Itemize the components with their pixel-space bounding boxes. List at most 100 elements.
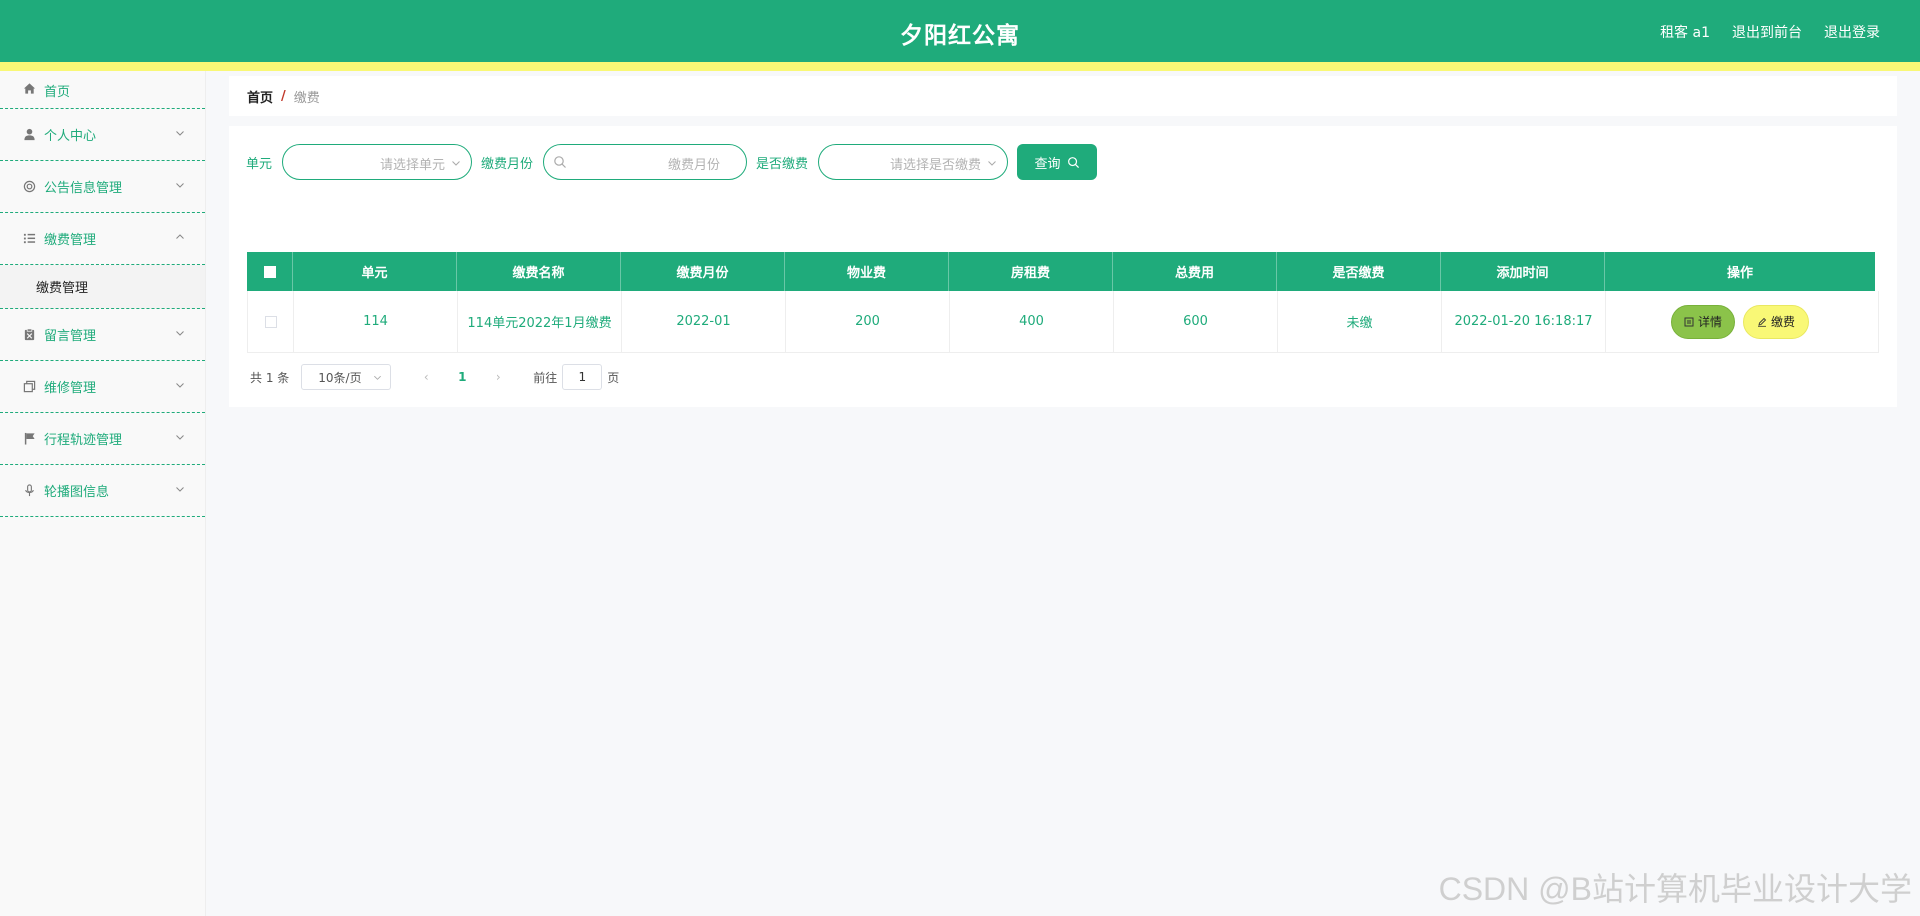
chevron-down-icon [988,161,996,166]
breadcrumb-home[interactable]: 首页 [247,87,273,106]
month-input-placeholder: 缴费月份 [668,158,721,173]
goto-suffix: 页 [607,370,620,385]
col-rent-fee[interactable]: 房租费 [949,252,1113,291]
sidebar-item-carousel[interactable]: 轮播图信息 [0,465,205,517]
cell-actions: 详情 缴费 [1606,291,1874,352]
search-icon [1067,156,1079,168]
chevron-up-icon [176,233,184,239]
select-all-checkbox[interactable] [263,265,276,278]
next-page-icon[interactable]: › [485,370,511,384]
table-row: 114 114单元2022年1月缴费 2022-01 200 400 600 未… [247,291,1879,353]
chevron-down-icon [176,130,184,136]
sidebar-item-label: 维修管理 [44,381,97,396]
breadcrumb: 首页 / 缴费 [229,76,1897,116]
message-icon [22,328,36,342]
unit-select-placeholder: 请选择单元 [380,158,446,173]
col-actions: 操作 [1605,252,1875,291]
logout-link[interactable]: 退出登录 [1824,22,1880,42]
sidebar-subitem-payment-manage[interactable]: 缴费管理 [0,265,205,309]
sidebar-item-label: 个人中心 [44,129,97,144]
watermark: CSDN @B站计算机毕业设计大学 [1438,871,1912,907]
app-title: 夕阳红公寓 [900,23,1020,49]
sidebar-item-payment[interactable]: 缴费管理 [0,213,205,265]
col-added[interactable]: 添加时间 [1441,252,1605,291]
chevron-down-icon [176,182,184,188]
chevron-down-icon [452,161,460,166]
document-icon [1684,317,1694,326]
paid-select-placeholder: 请选择是否缴费 [890,158,982,173]
sidebar-item-trip[interactable]: 行程轨迹管理 [0,413,205,465]
pay-button[interactable]: 缴费 [1743,304,1809,339]
cell-unit: 114 [294,291,458,352]
payment-table: 单元 缴费名称 缴费月份 物业费 房租费 总费用 是否缴费 添加时间 操作 11… [247,252,1879,353]
col-month[interactable]: 缴费月份 [621,252,785,291]
col-property-fee[interactable]: 物业费 [785,252,949,291]
cell-month: 2022-01 [622,291,786,352]
goto-label: 前往 [533,370,558,385]
pagination-total: 共 1 条 [250,370,290,385]
table-header: 单元 缴费名称 缴费月份 物业费 房租费 总费用 是否缴费 添加时间 操作 [247,252,1879,291]
row-select-cell [248,291,294,352]
chevron-down-icon [176,434,184,440]
sidebar-item-label: 公告信息管理 [44,181,123,196]
flag-icon [22,432,36,446]
row-checkbox[interactable] [264,315,277,328]
cell-name: 114单元2022年1月缴费 [458,291,622,352]
chevron-down-icon [176,330,184,336]
header-accent-strip [0,62,1920,71]
user-name-link[interactable]: 租客 a1 [1660,22,1710,42]
goto-page-input[interactable] [562,364,603,390]
col-unit[interactable]: 单元 [293,252,457,291]
pay-button-label: 缴费 [1770,315,1795,329]
col-name[interactable]: 缴费名称 [457,252,621,291]
cell-added: 2022-01-20 16:18:17 [1442,291,1606,352]
detail-button-label: 详情 [1697,315,1722,329]
goto-page: 前往 页 [533,364,619,390]
col-paid[interactable]: 是否缴费 [1277,252,1441,291]
top-header: 夕阳红公寓 租客 a1 退出到前台 退出登录 [0,0,1920,62]
cell-total: 600 [1114,291,1278,352]
prev-page-icon[interactable]: ‹ [413,370,439,384]
list-icon [22,232,36,246]
main-panel: 单元 请选择单元 缴费月份 缴费月份 是否缴费 请选择是否缴费 查询 单元 缴费… [229,126,1897,407]
breadcrumb-current: 缴费 [293,90,320,106]
top-nav: 租客 a1 退出到前台 退出登录 [1660,22,1880,42]
sidebar-item-repair[interactable]: 维修管理 [0,361,205,413]
mic-icon [22,484,36,498]
sidebar-item-message[interactable]: 留言管理 [0,309,205,361]
sidebar-item-home[interactable]: 首页 [0,71,205,109]
breadcrumb-separator: / [281,88,286,104]
cell-rent-fee: 400 [950,291,1114,352]
notice-icon [22,180,36,194]
select-all-cell [247,252,293,291]
sidebar-item-label: 缴费管理 [44,233,97,248]
page-size-value: 10条/页 [318,370,362,385]
col-total[interactable]: 总费用 [1113,252,1277,291]
page-number[interactable]: 1 [447,370,477,384]
query-button[interactable]: 查询 [1017,144,1098,180]
paid-label: 是否缴费 [756,156,809,172]
home-icon [22,81,36,95]
chevron-down-icon [374,375,382,380]
paid-select[interactable]: 请选择是否缴费 [818,144,1009,180]
page-size-select[interactable]: 10条/页 [301,364,392,390]
back-to-front-link[interactable]: 退出到前台 [1732,22,1802,42]
month-input[interactable]: 缴费月份 [543,144,748,180]
edit-icon [1757,317,1767,327]
month-label: 缴费月份 [481,156,534,172]
sidebar-item-notice[interactable]: 公告信息管理 [0,161,205,213]
unit-label: 单元 [246,156,273,172]
copy-icon [22,380,36,394]
cell-paid: 未缴 [1278,291,1442,352]
chevron-down-icon [176,382,184,388]
chevron-down-icon [176,486,184,492]
sidebar-item-label: 留言管理 [44,329,97,344]
cell-property-fee: 200 [786,291,950,352]
sidebar-item-profile[interactable]: 个人中心 [0,109,205,161]
user-icon [22,128,36,142]
unit-select[interactable]: 请选择单元 [282,144,473,180]
sidebar-item-label: 轮播图信息 [44,485,110,500]
pagination: 共 1 条 10条/页 ‹ 1 › 前往 页 [250,364,619,390]
sidebar: 首页 个人中心 公告信息管理 缴费管理 缴费管理 留言管理 维修管理 行程轨迹管… [0,71,206,916]
detail-button[interactable]: 详情 [1671,304,1735,339]
